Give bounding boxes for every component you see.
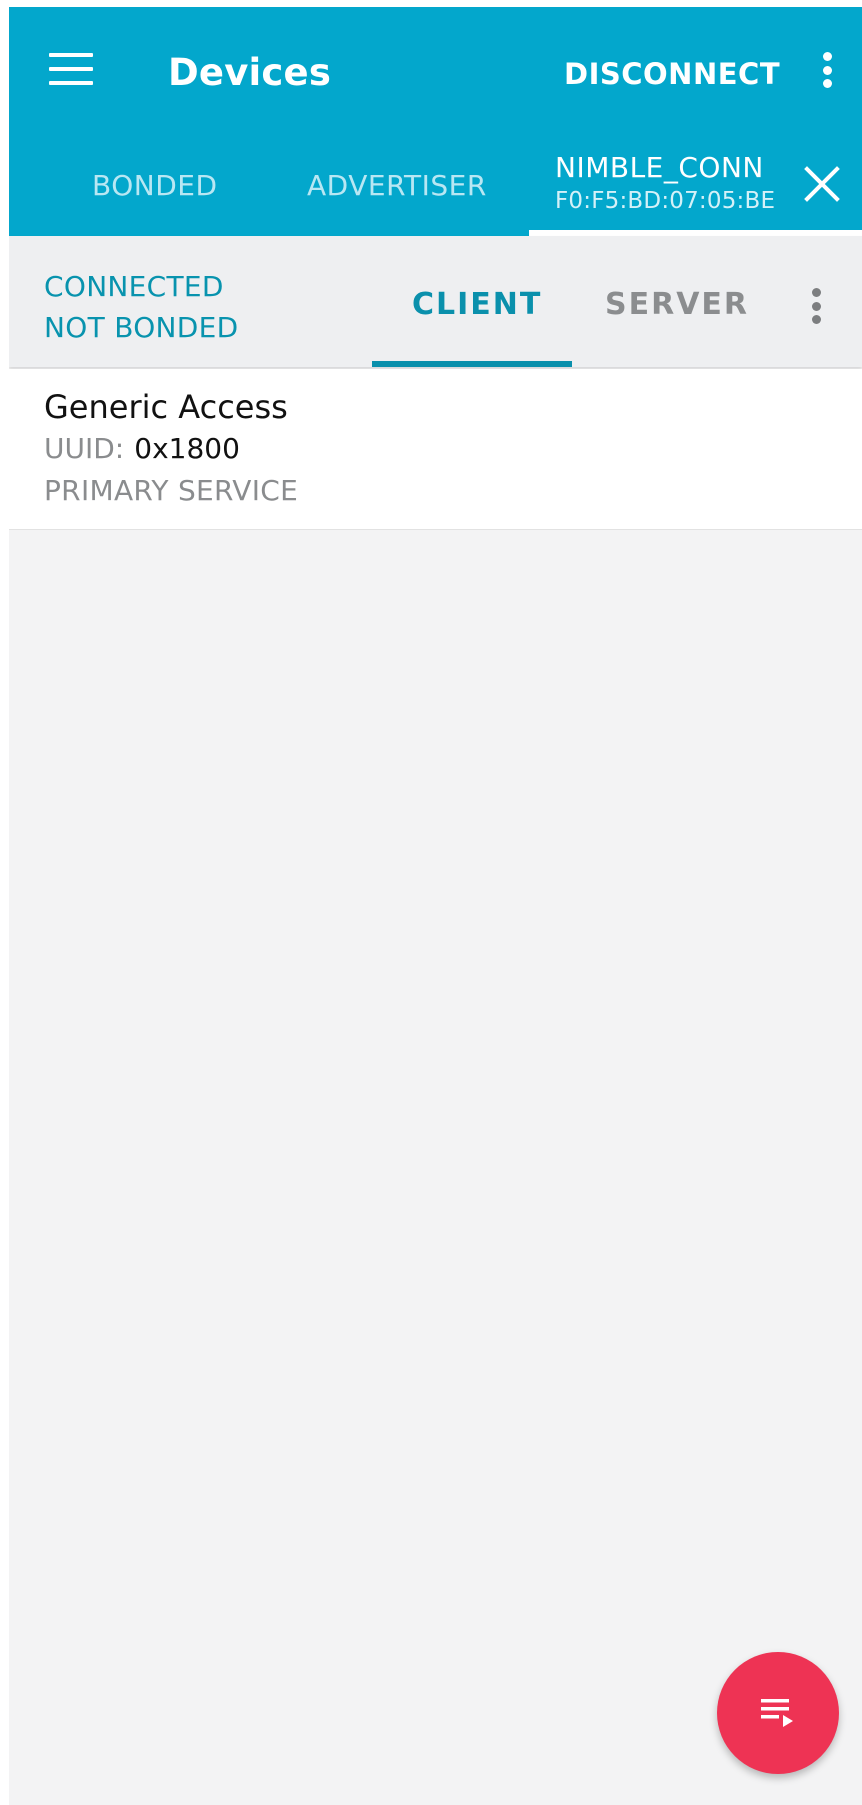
tab-device-address: F0:F5:BD:07:05:BE — [555, 188, 776, 214]
service-uuid-label: UUID: — [44, 432, 125, 465]
service-uuid: UUID: 0x1800 — [44, 432, 240, 465]
screen: Devices DISCONNECT BONDED ADVERTISER NIM… — [9, 7, 862, 1805]
playlist-play-icon — [761, 1699, 793, 1727]
app-bar: Devices DISCONNECT BONDED ADVERTISER NIM… — [9, 7, 862, 236]
connection-state: CONNECTED — [44, 270, 224, 303]
page-title: Devices — [168, 51, 332, 94]
connection-bar: CONNECTED NOT BONDED CLIENT SERVER — [9, 236, 862, 367]
more-vert-icon[interactable] — [821, 52, 833, 92]
service-list-item[interactable]: Generic Access UUID: 0x1800 PRIMARY SERVI… — [9, 369, 862, 530]
tab-device-name[interactable]: NIMBLE_CONN — [555, 151, 764, 184]
hamburger-menu-icon[interactable] — [49, 53, 93, 89]
client-tab-indicator — [372, 361, 572, 367]
tab-advertiser[interactable]: ADVERTISER — [307, 169, 487, 202]
bond-state: NOT BONDED — [44, 311, 239, 344]
tab-server[interactable]: SERVER — [605, 287, 749, 322]
service-type: PRIMARY SERVICE — [44, 474, 299, 507]
tab-client[interactable]: CLIENT — [412, 287, 542, 322]
log-fab-button[interactable] — [717, 1652, 839, 1774]
service-name: Generic Access — [44, 388, 288, 426]
service-uuid-value: 0x1800 — [134, 432, 240, 465]
tab-bonded[interactable]: BONDED — [92, 169, 218, 202]
more-vert-icon[interactable] — [810, 288, 822, 328]
close-icon[interactable] — [804, 166, 840, 202]
connection-status: CONNECTED NOT BONDED — [44, 266, 239, 348]
disconnect-button[interactable]: DISCONNECT — [564, 57, 780, 91]
